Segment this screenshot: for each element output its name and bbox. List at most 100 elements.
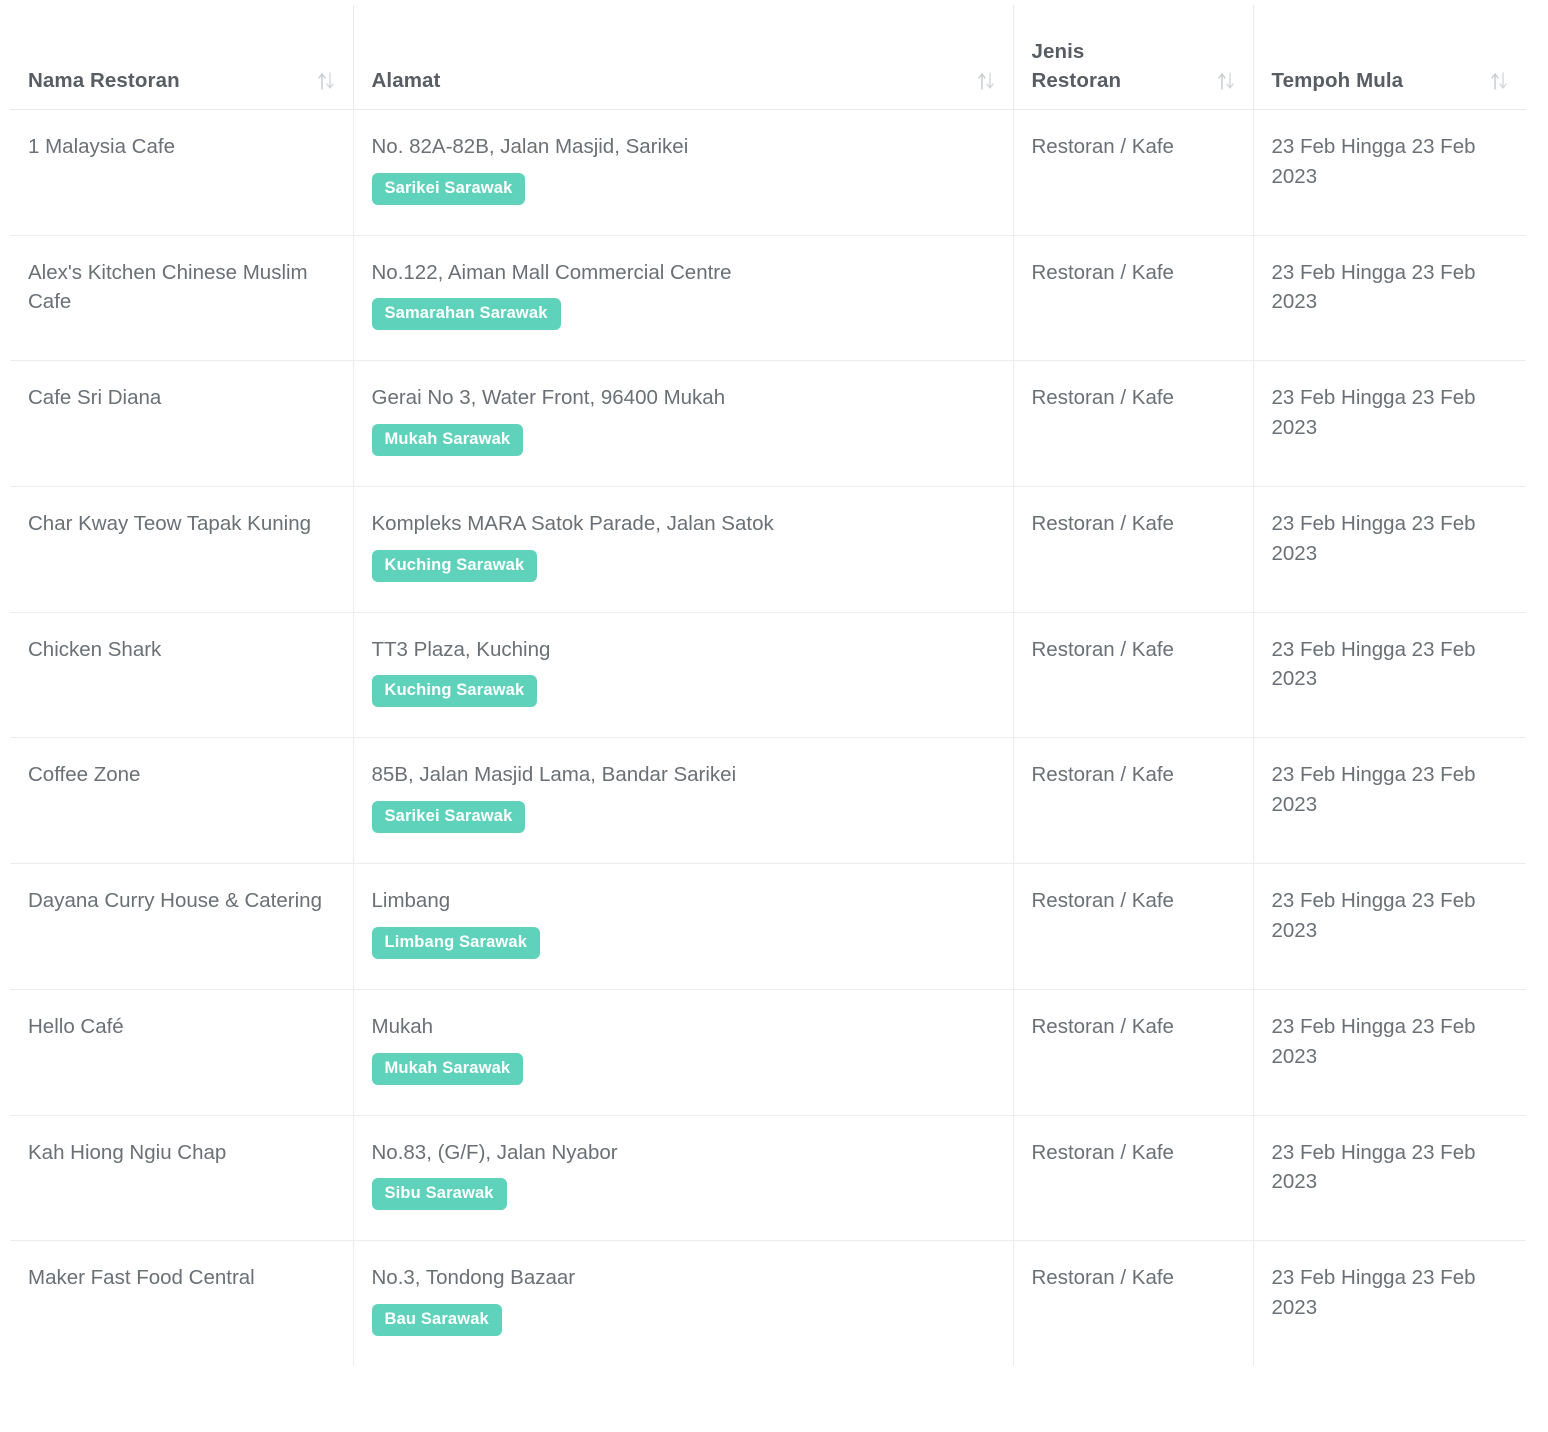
sort-updown-icon[interactable]: [1490, 69, 1508, 93]
address-text: No.3, Tondong Bazaar: [372, 1263, 995, 1293]
cell-alamat: No.3, Tondong BazaarBau Sarawak: [353, 1241, 1013, 1366]
restaurant-type: Restoran / Kafe: [1032, 261, 1174, 284]
period-text: 23 Feb Hingga 23 Feb 2023: [1272, 1266, 1476, 1319]
cell-jenis-restoran: Restoran / Kafe: [1013, 989, 1253, 1115]
restaurant-name: Cafe Sri Diana: [28, 386, 161, 409]
address-text: No.122, Aiman Mall Commercial Centre: [372, 258, 995, 288]
restaurant-type: Restoran / Kafe: [1032, 763, 1174, 786]
location-badge: Limbang Sarawak: [372, 927, 541, 959]
address-text: Gerai No 3, Water Front, 96400 Mukah: [372, 383, 995, 413]
address-text: No.83, (G/F), Jalan Nyabor: [372, 1138, 995, 1168]
restaurant-name: Alex's Kitchen Chinese Muslim Cafe: [28, 261, 308, 314]
restaurant-type: Restoran / Kafe: [1032, 1266, 1174, 1289]
cell-jenis-restoran: Restoran / Kafe: [1013, 235, 1253, 361]
table-row[interactable]: Cafe Sri Diana Gerai No 3, Water Front, 9…: [10, 361, 1526, 487]
cell-nama-restoran: Kah Hiong Ngiu Chap: [10, 1115, 353, 1241]
cell-nama-restoran: Alex's Kitchen Chinese Muslim Cafe: [10, 235, 353, 361]
sort-updown-icon[interactable]: [1217, 69, 1235, 93]
column-header-jenis-restoran[interactable]: Jenis Restoran: [1013, 5, 1253, 110]
cell-jenis-restoran: Restoran / Kafe: [1013, 1115, 1253, 1241]
cell-tempoh-mula: 23 Feb Hingga 23 Feb 2023: [1253, 989, 1526, 1115]
restaurant-name: Coffee Zone: [28, 763, 140, 786]
table-row[interactable]: Alex's Kitchen Chinese Muslim Cafe No.122…: [10, 235, 1526, 361]
table-row[interactable]: Hello Café Mukah Mukah Sarawak Restoran / K…: [10, 989, 1526, 1115]
cell-nama-restoran: Char Kway Teow Tapak Kuning: [10, 487, 353, 613]
cell-nama-restoran: Cafe Sri Diana: [10, 361, 353, 487]
period-text: 23 Feb Hingga 23 Feb 2023: [1272, 763, 1476, 816]
location-badge: Sibu Sarawak: [372, 1178, 507, 1210]
address-text: 85B, Jalan Masjid Lama, Bandar Sarikei: [372, 760, 995, 790]
restaurant-name: Dayana Curry House & Catering: [28, 889, 322, 912]
cell-tempoh-mula: 23 Feb Hingga 23 Feb 2023: [1253, 1241, 1526, 1366]
cell-alamat: No.83, (G/F), Jalan Nyabor Sibu Sarawak: [353, 1115, 1013, 1241]
restaurant-name: Kah Hiong Ngiu Chap: [28, 1141, 226, 1164]
period-text: 23 Feb Hingga 23 Feb 2023: [1272, 512, 1476, 565]
table-row[interactable]: Coffee Zone 85B, Jalan Masjid Lama, Banda…: [10, 738, 1526, 864]
period-text: 23 Feb Hingga 23 Feb 2023: [1272, 1141, 1476, 1194]
cell-alamat: TT3 Plaza, KuchingKuching Sarawak: [353, 612, 1013, 738]
table-row[interactable]: Dayana Curry House & CateringLimbangLimb…: [10, 864, 1526, 990]
period-text: 23 Feb Hingga 23 Feb 2023: [1272, 135, 1476, 188]
address-text: Limbang: [372, 886, 995, 916]
sort-updown-icon[interactable]: [977, 69, 995, 93]
cell-alamat: Limbang Limbang Sarawak: [353, 864, 1013, 990]
period-text: 23 Feb Hingga 23 Feb 2023: [1272, 638, 1476, 691]
restaurant-name: Maker Fast Food Central: [28, 1266, 255, 1289]
period-text: 23 Feb Hingga 23 Feb 2023: [1272, 1015, 1476, 1068]
cell-nama-restoran: 1 Malaysia Cafe: [10, 110, 353, 236]
cell-jenis-restoran: Restoran / Kafe: [1013, 487, 1253, 613]
column-header-label: Jenis Restoran: [1032, 37, 1122, 95]
column-header-label: Alamat: [372, 66, 441, 95]
column-header-nama-restoran[interactable]: Nama Restoran: [10, 5, 353, 110]
period-text: 23 Feb Hingga 23 Feb 2023: [1272, 386, 1476, 439]
address-text: Kompleks MARA Satok Parade, Jalan Satok: [372, 509, 995, 539]
restaurant-type: Restoran / Kafe: [1032, 638, 1174, 661]
cell-jenis-restoran: Restoran / Kafe: [1013, 738, 1253, 864]
restaurant-type: Restoran / Kafe: [1032, 135, 1174, 158]
restaurant-name: Hello Café: [28, 1015, 124, 1038]
sort-updown-icon[interactable]: [317, 69, 335, 93]
cell-jenis-restoran: Restoran / Kafe: [1013, 110, 1253, 236]
cell-nama-restoran: Maker Fast Food Central: [10, 1241, 353, 1366]
restaurant-type: Restoran / Kafe: [1032, 1015, 1174, 1038]
location-badge: Mukah Sarawak: [372, 424, 524, 456]
table-row[interactable]: 1 Malaysia Cafe No. 82A-82B, Jalan Masjid…: [10, 110, 1526, 236]
cell-tempoh-mula: 23 Feb Hingga 23 Feb 2023: [1253, 738, 1526, 864]
cell-alamat: Kompleks MARA Satok Parade, Jalan Satok K…: [353, 487, 1013, 613]
cell-tempoh-mula: 23 Feb Hingga 23 Feb 2023: [1253, 612, 1526, 738]
address-text: No. 82A-82B, Jalan Masjid, Sarikei: [372, 132, 995, 162]
restaurant-type: Restoran / Kafe: [1032, 386, 1174, 409]
cell-jenis-restoran: Restoran / Kafe: [1013, 864, 1253, 990]
period-text: 23 Feb Hingga 23 Feb 2023: [1272, 261, 1476, 314]
column-header-tempoh-mula[interactable]: Tempoh Mula: [1253, 5, 1526, 110]
period-text: 23 Feb Hingga 23 Feb 2023: [1272, 889, 1476, 942]
cell-alamat: Gerai No 3, Water Front, 96400 Mukah Muka…: [353, 361, 1013, 487]
cell-tempoh-mula: 23 Feb Hingga 23 Feb 2023: [1253, 864, 1526, 990]
cell-tempoh-mula: 23 Feb Hingga 23 Feb 2023: [1253, 110, 1526, 236]
table-row[interactable]: Chicken SharkTT3 Plaza, KuchingKuching S…: [10, 612, 1526, 738]
location-badge: Kuching Sarawak: [372, 550, 538, 582]
location-badge: Sarikei Sarawak: [372, 801, 526, 833]
location-badge: Mukah Sarawak: [372, 1053, 524, 1085]
cell-alamat: No. 82A-82B, Jalan Masjid, Sarikei Sarike…: [353, 110, 1013, 236]
cell-alamat: 85B, Jalan Masjid Lama, Bandar Sarikei Sa…: [353, 738, 1013, 864]
column-header-label: Nama Restoran: [28, 66, 180, 95]
cell-jenis-restoran: Restoran / Kafe: [1013, 1241, 1253, 1366]
table-row[interactable]: Char Kway Teow Tapak Kuning Kompleks MARA…: [10, 487, 1526, 613]
table-row[interactable]: Maker Fast Food Central No.3, Tondong Baz…: [10, 1241, 1526, 1366]
cell-nama-restoran: Coffee Zone: [10, 738, 353, 864]
restaurant-name: 1 Malaysia Cafe: [28, 135, 175, 158]
restaurant-table-container: Nama Restoran Alamat: [0, 0, 1548, 1366]
table-body: 1 Malaysia Cafe No. 82A-82B, Jalan Masjid…: [10, 110, 1526, 1366]
cell-jenis-restoran: Restoran / Kafe: [1013, 612, 1253, 738]
restaurant-name: Char Kway Teow Tapak Kuning: [28, 512, 311, 535]
cell-alamat: No.122, Aiman Mall Commercial CentreSama…: [353, 235, 1013, 361]
location-badge: Sarikei Sarawak: [372, 173, 526, 205]
table-row[interactable]: Kah Hiong Ngiu Chap No.83, (G/F), Jalan N…: [10, 1115, 1526, 1241]
location-badge: Kuching Sarawak: [372, 675, 538, 707]
address-text: Mukah: [372, 1012, 995, 1042]
restaurant-type: Restoran / Kafe: [1032, 1141, 1174, 1164]
column-header-alamat[interactable]: Alamat: [353, 5, 1013, 110]
cell-tempoh-mula: 23 Feb Hingga 23 Feb 2023: [1253, 487, 1526, 613]
cell-nama-restoran: Chicken Shark: [10, 612, 353, 738]
